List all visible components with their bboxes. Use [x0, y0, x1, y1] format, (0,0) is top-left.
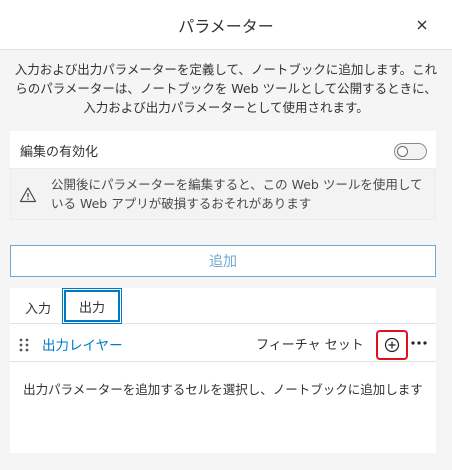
close-icon: [417, 20, 427, 30]
warning-triangle-icon: [19, 187, 37, 203]
toggle-knob: [397, 146, 408, 157]
add-parameter-button[interactable]: 追加: [10, 245, 436, 277]
add-circle-icon: [384, 337, 400, 353]
edit-warning: 公開後にパラメーターを編集すると、この Web ツールを使用している Web ア…: [10, 168, 436, 220]
edit-settings: 編集の有効化 公開後にパラメーターを編集すると、この Web ツールを使用してい…: [10, 131, 436, 220]
panel-header: パラメーター: [0, 0, 452, 50]
parameter-row: 出力レイヤー フィーチャ セット: [10, 326, 436, 362]
panel-description: 入力および出力パラメーターを定義して、ノートブックに追加します。これらのパラメー…: [14, 62, 438, 115]
tab-input[interactable]: 入力: [14, 292, 62, 322]
add-to-notebook-button[interactable]: [376, 330, 408, 360]
parameter-type: フィーチャ セット: [256, 338, 364, 353]
warning-text: 公開後にパラメーターを編集すると、この Web ツールを使用している Web ア…: [51, 177, 423, 211]
parameters-card: 入力 出力 出力レイヤー フィーチャ セット 出力パラメーターを追加するセルを選…: [10, 288, 436, 453]
more-options-button[interactable]: [408, 332, 430, 354]
edit-enable-label: 編集の有効化: [20, 145, 99, 160]
tab-output[interactable]: 出力: [62, 288, 122, 324]
drag-handle-icon[interactable]: [18, 337, 30, 353]
close-button[interactable]: [412, 15, 432, 35]
more-horizontal-icon: [411, 341, 427, 345]
edit-enable-toggle[interactable]: [394, 143, 427, 160]
output-hint-text: 出力パラメーターを追加するセルを選択し、ノートブックに追加します: [23, 382, 423, 397]
parameter-tabs: 入力 出力: [10, 288, 436, 324]
panel-title: パラメーター: [178, 17, 274, 36]
parameter-name-link[interactable]: 出力レイヤー: [42, 334, 123, 354]
